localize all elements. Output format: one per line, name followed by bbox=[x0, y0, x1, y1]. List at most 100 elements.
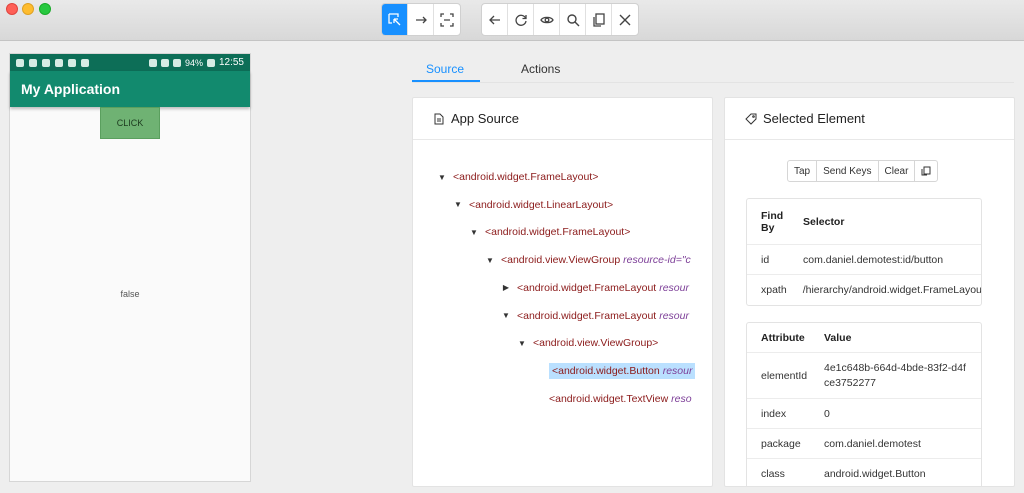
attribute-cell: elementId bbox=[761, 369, 808, 382]
attribute-cell: package bbox=[761, 437, 801, 450]
back-button[interactable] bbox=[482, 4, 508, 35]
tag-icon bbox=[745, 113, 757, 125]
battery-icon bbox=[206, 58, 215, 67]
tree-node[interactable]: ▼ <android.widget.FrameLayout> bbox=[435, 168, 598, 186]
tree-node-label[interactable]: <android.view.ViewGroup resource-id="c bbox=[501, 254, 691, 266]
table-row: class android.widget.Button bbox=[747, 459, 981, 486]
device-screenshot[interactable]: 94% 12:55 My Application CLICK false bbox=[9, 53, 251, 482]
attribute-cell: index bbox=[761, 407, 787, 420]
window-titlebar bbox=[0, 0, 1024, 41]
tree-node-label[interactable]: <android.view.ViewGroup> bbox=[533, 337, 658, 349]
copy-icon bbox=[921, 166, 931, 176]
tree-node-attribute: resource-id="c bbox=[623, 254, 691, 267]
swipe-icon bbox=[415, 16, 427, 23]
tree-node-tag: <android.widget.LinearLayout> bbox=[469, 198, 614, 211]
tab-source[interactable]: Source bbox=[426, 62, 464, 76]
selector-cell[interactable]: com.daniel.demotest:id/button bbox=[789, 254, 957, 266]
tree-node-attribute: resour bbox=[659, 309, 689, 322]
wifi-icon bbox=[160, 58, 169, 67]
refresh-icon bbox=[514, 14, 527, 26]
tree-node[interactable]: <android.widget.Button resour bbox=[531, 362, 696, 380]
select-element-button[interactable] bbox=[382, 4, 408, 35]
value-cell: 0 bbox=[824, 407, 830, 420]
search-button[interactable] bbox=[560, 4, 586, 35]
selector-table: Find By Selector id com.daniel.demotest:… bbox=[746, 198, 982, 306]
selector-cell[interactable]: /hierarchy/android.widget.FrameLayout/an… bbox=[789, 284, 981, 296]
send-keys-button[interactable]: Send Keys bbox=[817, 161, 879, 181]
caret-right-icon[interactable]: ▶ bbox=[499, 283, 513, 292]
attribute-table: Attribute Value elementId 4e1c648b-664d-… bbox=[746, 322, 982, 486]
table-row: xpath /hierarchy/android.widget.FrameLay… bbox=[747, 275, 981, 305]
find-by-cell: xpath bbox=[761, 284, 787, 296]
find-by-cell: id bbox=[761, 253, 770, 266]
caret-down-icon[interactable]: ▼ bbox=[499, 311, 513, 320]
clear-button[interactable]: Clear bbox=[879, 161, 916, 181]
tree-node-tag: <android.widget.FrameLayout bbox=[517, 281, 657, 294]
tree-node[interactable]: ▼ <android.widget.FrameLayout> bbox=[467, 223, 630, 241]
tap-coordinates-button[interactable] bbox=[434, 4, 460, 35]
vibrate-icon bbox=[148, 58, 157, 67]
tree-node-tag: <android.widget.FrameLayout> bbox=[485, 226, 631, 239]
android-notification-icon bbox=[29, 58, 37, 67]
tap-button[interactable]: Tap bbox=[788, 161, 818, 181]
tree-node-label[interactable]: <android.widget.TextView reso bbox=[549, 393, 692, 405]
tree-node-label[interactable]: <android.widget.FrameLayout resour bbox=[517, 310, 689, 322]
tree-node-label[interactable]: <android.widget.FrameLayout> bbox=[485, 226, 630, 238]
tree-node[interactable]: ▼ <android.view.ViewGroup resource-id="c bbox=[483, 251, 691, 269]
minimize-window-button[interactable] bbox=[22, 3, 34, 15]
app-title: My Application bbox=[21, 81, 121, 97]
mode-toolbar bbox=[381, 3, 461, 36]
copy-attributes-button[interactable] bbox=[915, 161, 937, 181]
tap-coordinates-icon bbox=[440, 12, 454, 27]
refresh-button[interactable] bbox=[508, 4, 534, 35]
tab-actions[interactable]: Actions bbox=[521, 62, 560, 76]
tree-node[interactable]: ▼ <android.view.ViewGroup> bbox=[515, 334, 658, 352]
caret-down-icon[interactable]: ▼ bbox=[483, 256, 497, 265]
caret-down-icon[interactable]: ▼ bbox=[435, 173, 449, 182]
tree-node-label[interactable]: <android.widget.FrameLayout resour bbox=[517, 282, 689, 294]
device-status-bar: 94% 12:55 bbox=[10, 54, 250, 71]
tree-node-attribute: resour bbox=[662, 364, 693, 377]
element-actions: Tap Send Keys Clear bbox=[787, 160, 939, 182]
attribute-table-header: Attribute Value bbox=[747, 323, 981, 353]
tree-node-label[interactable]: <android.widget.FrameLayout> bbox=[453, 171, 598, 183]
inspector-tabs: Source Actions bbox=[412, 55, 1014, 83]
caret-down-icon[interactable]: ▼ bbox=[451, 200, 465, 209]
value-header: Value bbox=[824, 331, 852, 344]
attribute-cell: class bbox=[761, 468, 785, 480]
tree-node-attribute: reso bbox=[671, 392, 692, 405]
quit-session-button[interactable] bbox=[612, 4, 638, 35]
copy-icon bbox=[592, 12, 605, 27]
active-tab-indicator bbox=[412, 80, 480, 82]
show-screenshot-button[interactable] bbox=[534, 4, 560, 35]
tree-node[interactable]: ▼ <android.widget.LinearLayout> bbox=[451, 196, 613, 214]
device-click-button[interactable]: CLICK bbox=[100, 107, 160, 139]
caret-down-icon[interactable]: ▼ bbox=[515, 339, 529, 348]
close-window-button[interactable] bbox=[6, 3, 18, 15]
swipe-button[interactable] bbox=[408, 4, 434, 35]
copy-xml-button[interactable] bbox=[586, 4, 612, 35]
value-cell: com.daniel.demotest bbox=[824, 437, 921, 450]
nav-toolbar bbox=[481, 3, 639, 36]
value-cell: 4e1c648b-664d-4bde-83f2-d4fce3752277 bbox=[824, 361, 966, 389]
select-element-icon bbox=[387, 12, 400, 25]
device-text-view[interactable]: false bbox=[10, 289, 250, 299]
table-row: id com.daniel.demotest:id/button bbox=[747, 245, 981, 275]
close-icon bbox=[619, 14, 631, 25]
tree-node[interactable]: ▼ <android.widget.FrameLayout resour bbox=[499, 307, 689, 325]
maximize-window-button[interactable] bbox=[39, 3, 51, 15]
caret-down-icon[interactable]: ▼ bbox=[467, 228, 481, 237]
app-source-title: App Source bbox=[451, 111, 519, 126]
tree-node[interactable]: <android.widget.TextView reso bbox=[531, 390, 692, 408]
find-by-header: Find By bbox=[761, 209, 784, 234]
android-notification-icon bbox=[68, 58, 76, 67]
play-store-icon bbox=[81, 58, 89, 67]
tree-node-label[interactable]: <android.widget.Button resour bbox=[549, 362, 696, 379]
tree-node-tag: <android.widget.Button bbox=[552, 364, 660, 377]
back-icon bbox=[488, 15, 500, 24]
tree-node-tag: <android.widget.TextView bbox=[549, 392, 669, 405]
tree-node-label[interactable]: <android.widget.LinearLayout> bbox=[469, 199, 613, 211]
tree-node[interactable]: ▶ <android.widget.FrameLayout resour bbox=[499, 279, 689, 297]
tree-node-tag: <android.view.ViewGroup> bbox=[533, 337, 659, 350]
app-bar: My Application bbox=[10, 71, 250, 107]
